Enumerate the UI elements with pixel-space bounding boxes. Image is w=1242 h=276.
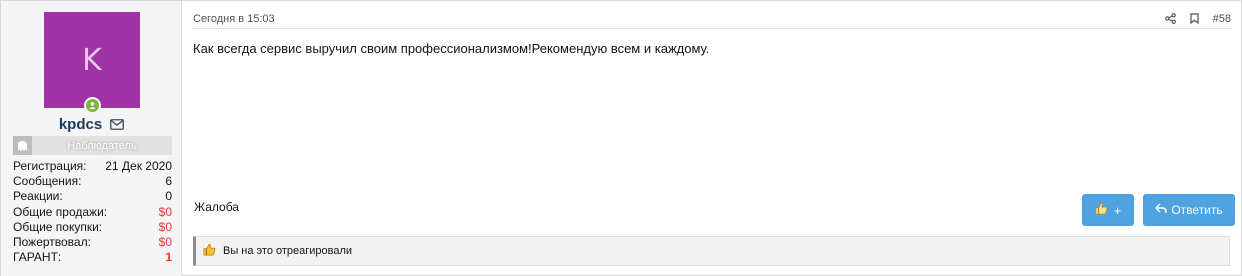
stat-label: Сообщения: [13,174,82,189]
online-status-icon [84,97,101,114]
forum-post: K kpdcs Наблюдатель Регистрация: 21 Дек … [0,0,1242,276]
user-stats: Регистрация: 21 Дек 2020 Сообщения: 6 Ре… [13,159,172,265]
thumbs-up-icon [1095,202,1108,218]
stat-donated: Пожертвовал: $0 [13,235,172,250]
stat-registration: Регистрация: 21 Дек 2020 [13,159,172,174]
post-date[interactable]: Сегодня в 15:03 [193,13,275,25]
stat-guarantor: ГАРАНТ: 1 [13,250,172,265]
stat-value: 0 [165,189,172,204]
post-header: Сегодня в 15:03 #58 [193,9,1231,29]
user-info-panel: K kpdcs Наблюдатель Регистрация: 21 Дек … [1,1,182,276]
user-role-label: Наблюдатель [67,139,137,152]
username[interactable]: kpdcs [59,116,102,133]
reactions-text[interactable]: Вы на это отреагировали [223,245,352,257]
stat-messages: Сообщения: 6 [13,174,172,189]
reply-label: Ответить [1171,203,1223,217]
avatar[interactable]: K [44,12,140,108]
username-row: kpdcs [1,115,182,133]
stat-value: 6 [165,174,172,189]
report-link[interactable]: Жалоба [194,200,239,214]
share-icon[interactable] [1164,13,1176,24]
stat-value: 1 [165,250,172,265]
stat-label: ГАРАНТ: [13,250,62,265]
post-body: Сегодня в 15:03 #58 Как всегда сервис вы… [182,1,1241,275]
post-message: Как всегда сервис выручил своим професси… [193,41,710,56]
stat-label: Реакции: [13,189,63,204]
stat-label: Общие покупки: [13,219,103,234]
stat-value: 21 Дек 2020 [105,159,172,173]
stat-value: $0 [158,234,172,249]
like-button[interactable]: + [1082,194,1134,226]
stat-total-purchases: Общие покупки: $0 [13,220,172,235]
thumbs-up-reaction-icon [203,243,216,259]
reply-icon [1155,203,1168,217]
ghost-icon [13,136,32,155]
stat-value: $0 [158,219,172,234]
mail-icon[interactable] [110,118,125,130]
bookmark-icon[interactable] [1190,13,1199,24]
stat-label: Пожертвовал: [13,234,91,249]
stat-label: Регистрация: [13,159,87,173]
stat-label: Общие продажи: [13,204,108,219]
stat-value: $0 [158,204,172,219]
stat-reactions: Реакции: 0 [13,189,172,204]
user-role-badge: Наблюдатель [13,136,172,155]
reply-button[interactable]: Ответить [1143,194,1235,226]
post-number[interactable]: #58 [1213,13,1231,25]
avatar-letter: K [82,42,102,78]
post-header-actions: #58 [1164,13,1231,25]
like-label: + [1113,202,1122,218]
reactions-bar[interactable]: Вы на это отреагировали [193,236,1230,266]
stat-total-sales: Общие продажи: $0 [13,205,172,220]
